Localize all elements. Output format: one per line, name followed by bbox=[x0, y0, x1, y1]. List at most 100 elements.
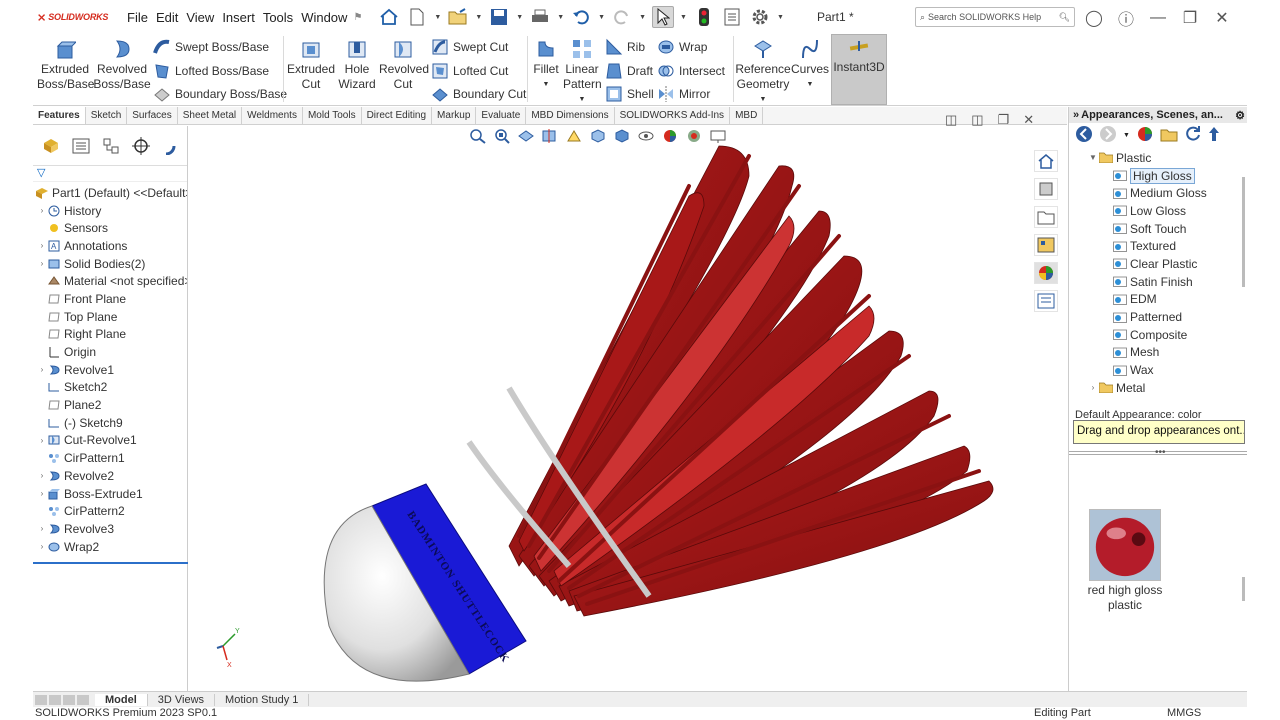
open-button[interactable] bbox=[447, 6, 469, 28]
boundary-cut-button[interactable]: Boundary Cut bbox=[431, 83, 526, 105]
tab-solidworks-addins[interactable]: SOLIDWORKS Add-Ins bbox=[615, 107, 731, 124]
new-document-button[interactable] bbox=[406, 6, 428, 28]
appearance-item[interactable]: Composite bbox=[1069, 326, 1247, 344]
swept-cut-button[interactable]: Swept Cut bbox=[431, 36, 508, 58]
mirror-button[interactable]: Mirror bbox=[657, 83, 710, 105]
tab-weldments[interactable]: Weldments bbox=[242, 107, 303, 124]
view-palette-tab[interactable] bbox=[1034, 234, 1058, 256]
lofted-cut-button[interactable]: Lofted Cut bbox=[431, 60, 508, 82]
appearance-item[interactable]: Textured bbox=[1069, 237, 1247, 255]
curves-dropdown-caret[interactable]: ▼ bbox=[791, 77, 829, 92]
file-properties-button[interactable] bbox=[721, 6, 743, 28]
tree-item[interactable]: Material <not specified> bbox=[33, 272, 187, 290]
menu-window[interactable]: Window bbox=[301, 10, 347, 25]
tree-item[interactable]: › Boss-Extrude1 bbox=[33, 485, 187, 503]
tree-item[interactable]: Right Plane bbox=[33, 326, 187, 344]
appearance-item[interactable]: Patterned bbox=[1069, 308, 1247, 326]
fillet-dropdown-caret[interactable]: ▼ bbox=[529, 77, 563, 92]
filter-row[interactable]: ▽ bbox=[33, 166, 187, 182]
menu-tools[interactable]: Tools bbox=[263, 10, 293, 25]
swept-boss-button[interactable]: Swept Boss/Base bbox=[153, 36, 269, 58]
expand-chevron-icon[interactable]: › bbox=[37, 471, 47, 480]
linear-pattern-button[interactable]: Linear Pattern ▼ bbox=[563, 38, 602, 107]
refresh-icon[interactable] bbox=[1184, 125, 1202, 146]
tree-item[interactable]: Top Plane bbox=[33, 308, 187, 326]
expand-chevron-icon[interactable]: › bbox=[37, 259, 47, 268]
instant3d-button[interactable]: Instant3D bbox=[831, 34, 887, 105]
redo-dropdown-caret[interactable]: ▼ bbox=[639, 14, 646, 21]
tab-model[interactable]: Model bbox=[95, 693, 148, 706]
menu-file[interactable]: File bbox=[127, 10, 148, 25]
menu-view[interactable]: View bbox=[186, 10, 214, 25]
filter-icon[interactable]: ▽ bbox=[37, 167, 45, 179]
first-tab-arrow-icon[interactable] bbox=[35, 694, 47, 705]
design-library-tab[interactable] bbox=[1034, 178, 1058, 200]
tree-item[interactable]: CirPattern1 bbox=[33, 449, 187, 467]
pin-icon[interactable]: ⚑ bbox=[353, 12, 362, 23]
graphics-area[interactable]: BADMINTON SHUTTLECOCK Y X bbox=[189, 126, 1066, 691]
tab-features[interactable]: Features bbox=[33, 107, 86, 124]
undo-button[interactable] bbox=[570, 6, 592, 28]
expand-chevron-icon[interactable]: › bbox=[37, 241, 47, 250]
appearance-item[interactable]: Medium Gloss bbox=[1069, 184, 1247, 202]
appearance-item[interactable]: Wax bbox=[1069, 361, 1247, 379]
custom-properties-tab[interactable] bbox=[1034, 290, 1058, 312]
save-button[interactable] bbox=[488, 6, 510, 28]
task-pane-options-icon[interactable]: ⚙ bbox=[1235, 109, 1245, 122]
appearance-item[interactable]: EDM bbox=[1069, 291, 1247, 309]
linear-pattern-dropdown-caret[interactable]: ▼ bbox=[563, 92, 601, 107]
tab-surfaces[interactable]: Surfaces bbox=[127, 107, 178, 124]
tree-item[interactable]: Sketch2 bbox=[33, 379, 187, 397]
tree-root-part[interactable]: Part1 (Default) <<Default>_ bbox=[33, 184, 187, 202]
minimize-icon[interactable]: — bbox=[1149, 9, 1167, 27]
print-button[interactable] bbox=[529, 6, 551, 28]
tab-evaluate[interactable]: Evaluate bbox=[476, 107, 527, 124]
appearance-item[interactable]: High Gloss bbox=[1069, 167, 1247, 185]
expand-chevron-icon[interactable]: › bbox=[37, 524, 47, 533]
tree-item[interactable]: › History bbox=[33, 202, 187, 220]
up-arrow-icon[interactable] bbox=[1208, 125, 1220, 146]
forward-dropdown-caret[interactable]: ▼ bbox=[1123, 132, 1130, 139]
back-arrow-icon[interactable] bbox=[1075, 125, 1093, 146]
appearance-ball-icon[interactable] bbox=[1136, 125, 1154, 146]
tree-item[interactable]: › Solid Bodies(2) bbox=[33, 255, 187, 273]
tab-sketch[interactable]: Sketch bbox=[86, 107, 128, 124]
file-explorer-tab[interactable] bbox=[1034, 206, 1058, 228]
tree-item[interactable]: › Wrap2 bbox=[33, 538, 187, 556]
save-dropdown-caret[interactable]: ▼ bbox=[516, 14, 523, 21]
print-dropdown-caret[interactable]: ▼ bbox=[557, 14, 564, 21]
tree-item[interactable]: › Revolve1 bbox=[33, 361, 187, 379]
expand-chevron-icon[interactable]: › bbox=[37, 489, 47, 498]
expand-chevron-icon[interactable]: › bbox=[1087, 383, 1099, 392]
splitter-grip-icon[interactable]: ••• bbox=[1155, 447, 1166, 458]
property-manager-tab[interactable] bbox=[71, 136, 91, 156]
feature-manager-tab[interactable] bbox=[41, 135, 61, 156]
home-button[interactable] bbox=[378, 6, 400, 28]
undo-dropdown-caret[interactable]: ▼ bbox=[598, 14, 605, 21]
options-dropdown-caret[interactable]: ▼ bbox=[777, 14, 784, 21]
help-icon[interactable]: ⓘ bbox=[1117, 6, 1135, 30]
task-pane-arrows-icon[interactable]: » bbox=[1073, 109, 1079, 121]
tree-item[interactable]: Front Plane bbox=[33, 290, 187, 308]
last-tab-arrow-icon[interactable] bbox=[77, 694, 89, 705]
extruded-cut-button[interactable]: Extruded Cut bbox=[285, 38, 337, 92]
open-dropdown-caret[interactable]: ▼ bbox=[475, 14, 482, 21]
select-dropdown-caret[interactable]: ▼ bbox=[680, 14, 687, 21]
prev-tab-arrow-icon[interactable] bbox=[49, 694, 61, 705]
wrap-button[interactable]: Wrap bbox=[657, 36, 707, 58]
appearances-tab[interactable] bbox=[1034, 262, 1058, 284]
tab-3d-views[interactable]: 3D Views bbox=[148, 693, 216, 706]
revolved-boss-button[interactable]: Revolved Boss/Base bbox=[93, 38, 151, 92]
tab-sheet-metal[interactable]: Sheet Metal bbox=[178, 107, 243, 124]
configuration-manager-tab[interactable] bbox=[101, 136, 121, 156]
tree-item[interactable]: Origin bbox=[33, 343, 187, 361]
solidworks-resources-tab[interactable] bbox=[1034, 150, 1058, 172]
intersect-button[interactable]: Intersect bbox=[657, 60, 725, 82]
tree-item[interactable]: Sensors bbox=[33, 219, 187, 237]
expand-chevron-icon[interactable]: › bbox=[37, 206, 47, 215]
new-dropdown-caret[interactable]: ▼ bbox=[434, 14, 441, 21]
tab-markup[interactable]: Markup bbox=[432, 107, 477, 124]
rib-button[interactable]: Rib bbox=[605, 36, 645, 58]
hole-wizard-button[interactable]: Hole Wizard bbox=[335, 38, 379, 92]
user-account-icon[interactable]: ◯ bbox=[1085, 8, 1103, 28]
